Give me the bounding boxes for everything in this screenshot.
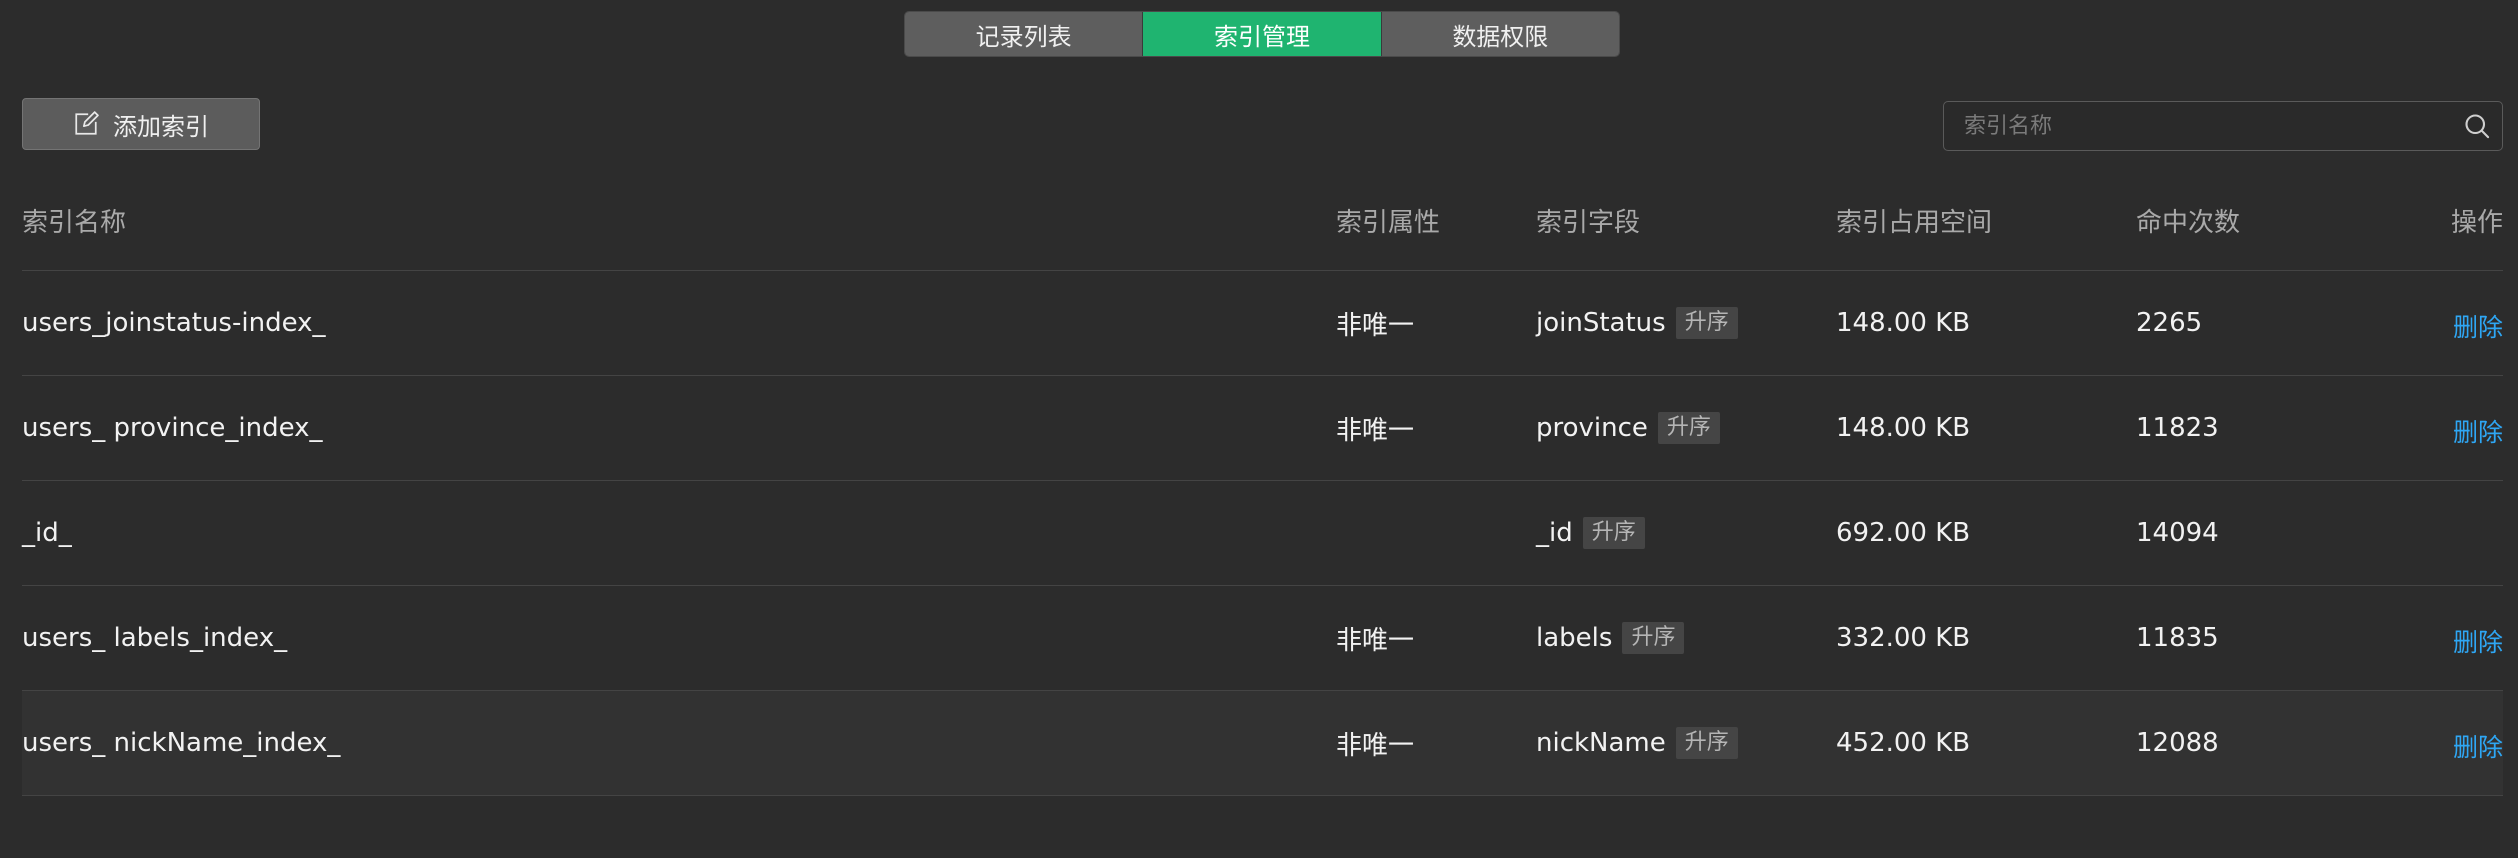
tab-index-management[interactable]: 索引管理 bbox=[1143, 12, 1382, 56]
table-row: users_ nickName_index_ 非唯一 nickName 升序 4… bbox=[22, 691, 2503, 796]
sort-order-tag: 升序 bbox=[1675, 307, 1738, 339]
sort-order-tag: 升序 bbox=[1657, 412, 1720, 444]
index-field: nickName 升序 bbox=[1536, 691, 1738, 795]
index-field: labels 升序 bbox=[1536, 586, 1685, 690]
index-management-page: 记录列表 索引管理 数据权限 添加索引 索引名称 索引属性 索引字段 索引占用空… bbox=[0, 0, 2518, 858]
index-hits: 11835 bbox=[2136, 623, 2219, 653]
sort-order-tag: 升序 bbox=[1675, 727, 1738, 759]
search-input[interactable] bbox=[1944, 112, 2452, 140]
column-header-hits: 命中次数 bbox=[2136, 207, 2241, 238]
index-name: users_ province_index_ bbox=[22, 413, 323, 443]
index-field-name: nickName bbox=[1536, 728, 1666, 758]
index-attr: 非唯一 bbox=[1336, 415, 1415, 446]
index-hits: 12088 bbox=[2136, 728, 2219, 758]
delete-link[interactable]: 删除 bbox=[2453, 413, 2503, 449]
delete-link[interactable]: 删除 bbox=[2453, 623, 2503, 659]
index-attr: 非唯一 bbox=[1336, 730, 1415, 761]
index-field-name: joinStatus bbox=[1536, 308, 1666, 338]
column-header-attr: 索引属性 bbox=[1336, 207, 1441, 238]
column-header-action: 操作 bbox=[2450, 207, 2503, 238]
action-cell: 删除 bbox=[2453, 586, 2503, 690]
action-cell: 删除 bbox=[2453, 376, 2503, 480]
index-hits: 11823 bbox=[2136, 413, 2219, 443]
edit-icon bbox=[75, 111, 99, 135]
index-hits: 2265 bbox=[2136, 308, 2203, 338]
column-header-name: 索引名称 bbox=[22, 207, 127, 238]
index-field: _id 升序 bbox=[1536, 481, 1645, 585]
index-name: users_ nickName_index_ bbox=[22, 728, 341, 758]
index-size: 148.00 KB bbox=[1836, 413, 1971, 443]
index-size: 332.00 KB bbox=[1836, 623, 1971, 653]
tab-record-list[interactable]: 记录列表 bbox=[905, 12, 1144, 56]
search-box bbox=[1943, 101, 2503, 151]
action-cell: 删除 bbox=[2453, 271, 2503, 375]
index-field-name: _id bbox=[1536, 518, 1573, 548]
tab-data-permissions[interactable]: 数据权限 bbox=[1381, 12, 1619, 56]
index-hits: 14094 bbox=[2136, 518, 2219, 548]
index-size: 148.00 KB bbox=[1836, 308, 1971, 338]
column-header-field: 索引字段 bbox=[1536, 207, 1641, 238]
index-name: users_ labels_index_ bbox=[22, 623, 288, 653]
index-field-name: province bbox=[1536, 413, 1648, 443]
action-cell: 删除 bbox=[2453, 691, 2503, 795]
sort-order-tag: 升序 bbox=[1582, 517, 1645, 549]
table-row: _id_ _id 升序 692.00 KB 14094 bbox=[22, 481, 2503, 586]
sort-order-tag: 升序 bbox=[1622, 622, 1685, 654]
index-field-name: labels bbox=[1536, 623, 1613, 653]
table-row: users_joinstatus-index_ 非唯一 joinStatus 升… bbox=[22, 271, 2503, 376]
search-icon[interactable] bbox=[2452, 102, 2502, 150]
index-size: 452.00 KB bbox=[1836, 728, 1971, 758]
delete-link[interactable]: 删除 bbox=[2453, 728, 2503, 764]
view-tabs: 记录列表 索引管理 数据权限 bbox=[904, 11, 1620, 57]
add-index-button[interactable]: 添加索引 bbox=[22, 98, 260, 150]
table-row: users_ province_index_ 非唯一 province 升序 1… bbox=[22, 376, 2503, 481]
index-table: 索引名称 索引属性 索引字段 索引占用空间 命中次数 操作 users_join… bbox=[22, 170, 2503, 796]
add-index-label: 添加索引 bbox=[113, 112, 209, 141]
column-header-size: 索引占用空间 bbox=[1836, 207, 1993, 238]
table-row: users_ labels_index_ 非唯一 labels 升序 332.0… bbox=[22, 586, 2503, 691]
index-size: 692.00 KB bbox=[1836, 518, 1971, 548]
index-field: joinStatus 升序 bbox=[1536, 271, 1738, 375]
table-header: 索引名称 索引属性 索引字段 索引占用空间 命中次数 操作 bbox=[22, 170, 2503, 271]
index-name: users_joinstatus-index_ bbox=[22, 308, 326, 338]
index-attr: 非唯一 bbox=[1336, 625, 1415, 656]
index-attr: 非唯一 bbox=[1336, 310, 1415, 341]
index-name: _id_ bbox=[22, 518, 72, 548]
delete-link[interactable]: 删除 bbox=[2453, 308, 2503, 344]
index-field: province 升序 bbox=[1536, 376, 1720, 480]
